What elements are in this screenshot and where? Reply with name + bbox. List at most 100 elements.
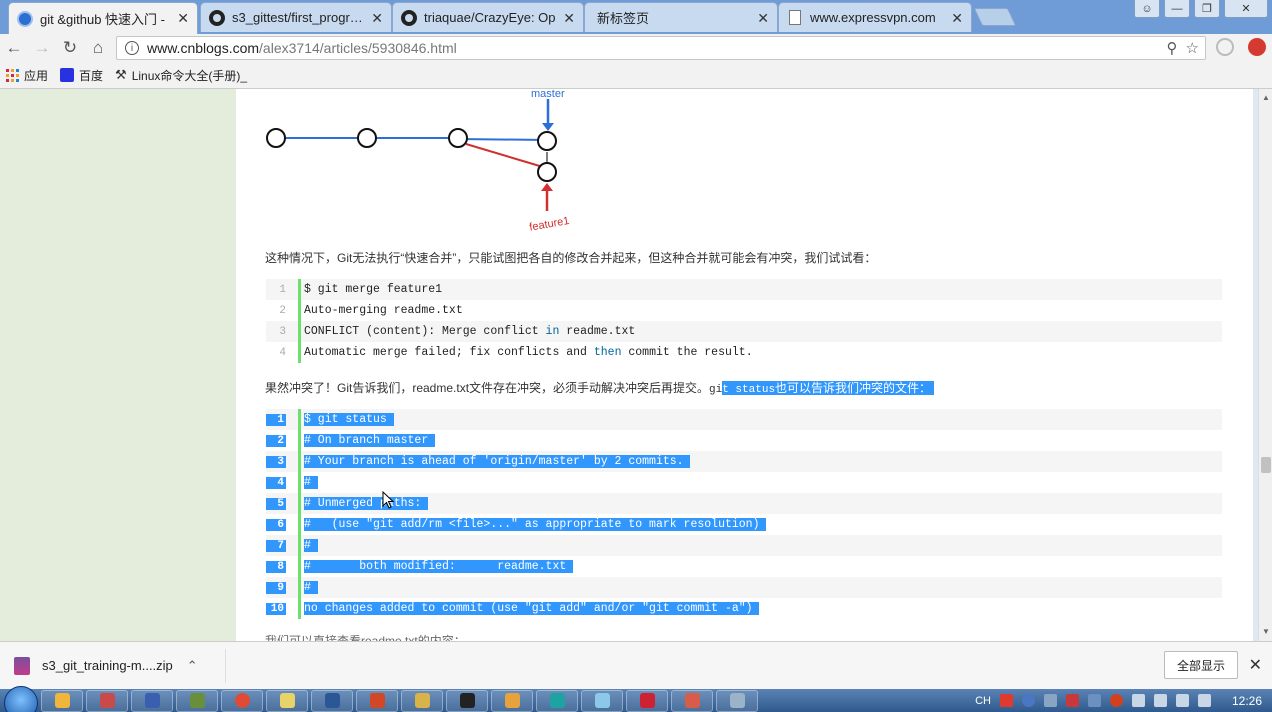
bookmark-star-icon[interactable]: ☆ <box>1186 39 1199 57</box>
scroll-down-icon[interactable]: ▼ <box>1262 627 1270 636</box>
code-text: Automatic merge failed; fix conflicts an… <box>304 346 753 359</box>
window-close-button[interactable]: ✕ <box>1224 0 1268 18</box>
zoom-search-icon[interactable]: ⚲ <box>1167 39 1178 57</box>
reload-icon[interactable]: ↻ <box>56 35 84 61</box>
commit-link <box>457 138 548 141</box>
volume-icon[interactable] <box>1197 694 1211 707</box>
taskbar-app-button[interactable] <box>536 689 578 712</box>
close-icon[interactable]: ✕ <box>563 10 575 27</box>
save-icon <box>144 693 160 708</box>
bookmark-linux[interactable]: ⚒ Linux命令大全(手册)_ <box>115 67 247 84</box>
show-all-downloads-button[interactable]: 全部显示 <box>1163 651 1238 679</box>
taskbar-app-button[interactable] <box>41 689 83 712</box>
page-scrollbar[interactable]: ▲ ▼ <box>1258 89 1272 641</box>
scroll-up-icon[interactable]: ▲ <box>1262 93 1270 102</box>
terminal-icon <box>459 693 475 708</box>
taskbar-app-button[interactable] <box>626 689 668 712</box>
tab-s3-gittest[interactable]: s3_gittest/first_program ✕ <box>200 2 392 32</box>
bookmark-label: Linux命令大全(手册)_ <box>131 68 248 83</box>
close-icon[interactable]: ✕ <box>177 10 189 27</box>
bookmark-label: 百度 <box>79 68 104 83</box>
chevron-up-icon[interactable]: ⌃ <box>187 658 198 674</box>
tab-title: www.expressvpn.com <box>810 10 936 25</box>
bookmark-baidu[interactable]: 百度 <box>60 67 103 84</box>
home-icon[interactable]: ⌂ <box>84 35 112 61</box>
minimize-button[interactable]: — <box>1164 0 1190 18</box>
line-number: 3 <box>279 325 286 338</box>
code-line: 6 # (use "git add/rm <file>..." as approp… <box>266 514 1222 535</box>
start-button[interactable] <box>4 685 38 712</box>
display-icon[interactable] <box>1175 694 1189 707</box>
code-text: no changes added to commit (use "git add… <box>304 602 760 615</box>
clock[interactable]: 12:26 <box>1232 694 1262 708</box>
commit-node-feature <box>537 162 557 182</box>
code-text: # (use "git add/rm <file>..." as appropr… <box>304 518 767 531</box>
tab-title: 新标签页 <box>597 11 650 26</box>
extension-power-icon[interactable] <box>1248 38 1266 56</box>
taskbar-app-button[interactable] <box>311 689 353 712</box>
taskbar-app-button[interactable] <box>356 689 398 712</box>
windows-taskbar: CH 12:26 <box>0 685 1272 712</box>
code-line: 3 # Your branch is ahead of 'origin/maste… <box>266 451 1222 472</box>
input-language[interactable]: CH <box>975 695 991 707</box>
tab-expressvpn[interactable]: www.expressvpn.com ✕ <box>778 2 972 32</box>
line-number: 5 <box>266 497 294 510</box>
taskbar-app-button[interactable] <box>86 689 128 712</box>
close-icon[interactable]: ✕ <box>1249 655 1262 675</box>
winrar-archive-icon <box>14 656 30 675</box>
explorer-icon <box>54 693 70 708</box>
taskbar-app-button[interactable] <box>176 689 218 712</box>
download-item[interactable]: s3_git_training-m....zip ⌃ <box>14 648 226 683</box>
tab-git-github[interactable]: git &github 快速入门 - ✕ <box>8 2 198 34</box>
user-icon[interactable]: ☺ <box>1134 0 1160 18</box>
back-icon[interactable]: ← <box>0 35 28 61</box>
network-tray-icon[interactable] <box>1153 694 1167 707</box>
taskbar-app-button[interactable] <box>401 689 443 712</box>
line-number: 2 <box>266 434 294 447</box>
taskbar-app-button[interactable] <box>581 689 623 712</box>
tray-expand-icon[interactable] <box>1043 694 1057 707</box>
sogou-icon[interactable] <box>999 694 1013 707</box>
code-block-status: 1 $ git status 2 # On branch master 3 # You… <box>266 409 1222 619</box>
extension-circle-icon[interactable] <box>1216 38 1234 56</box>
taskbar-app-button[interactable] <box>716 689 758 712</box>
devices-icon[interactable] <box>1131 694 1145 707</box>
taskbar-app-button[interactable] <box>131 689 173 712</box>
taskbar-app-button[interactable] <box>446 689 488 712</box>
tab-title: s3_gittest/first_program <box>232 10 367 25</box>
tab-crazyeye[interactable]: triaquae/CrazyEye: Op ✕ <box>392 2 584 32</box>
line-number: 1 <box>266 413 294 426</box>
code-text: # Your branch is ahead of 'origin/master… <box>304 455 691 468</box>
bookmark-apps[interactable]: 应用 <box>6 67 48 84</box>
taskbar-app-button[interactable] <box>671 689 713 712</box>
forward-icon[interactable]: → <box>28 35 56 61</box>
address-bar[interactable]: i www.cnblogs.com /alex3714/articles/593… <box>116 36 1206 60</box>
taskbar-app-button[interactable] <box>491 689 533 712</box>
line-number: 1 <box>279 283 286 296</box>
chrome-icon <box>234 693 250 708</box>
code-line: 5 # Unmerged paths: <box>266 493 1222 514</box>
folder-icon <box>414 693 430 708</box>
code-line: 1 $ git status <box>266 409 1222 430</box>
code-text: Auto-merging readme.txt <box>304 304 463 317</box>
taskbar-app-button[interactable] <box>221 689 263 712</box>
close-icon[interactable]: ✕ <box>951 10 963 27</box>
pycharm-icon <box>594 693 610 708</box>
scroll-thumb[interactable] <box>1261 457 1271 473</box>
feature-arrowhead <box>541 183 553 191</box>
close-icon[interactable]: ✕ <box>757 10 769 27</box>
new-tab-button[interactable] <box>973 8 1017 26</box>
close-icon[interactable]: ✕ <box>371 10 383 27</box>
code-text: # both modified: readme.txt <box>304 560 574 573</box>
antivirus-icon[interactable] <box>1065 694 1079 707</box>
record-icon[interactable] <box>1109 694 1123 707</box>
code-line: 10 no changes added to commit (use "git a… <box>266 598 1222 619</box>
taskbar-app-button[interactable] <box>266 689 308 712</box>
tab-new-tab[interactable]: 新标签页 ✕ <box>584 2 778 32</box>
paragraph-conflict-found: 果然冲突了！Git告诉我们，readme.txt文件存在冲突，必须手动解决冲突后… <box>265 379 935 396</box>
info-icon[interactable]: i <box>125 41 139 55</box>
help-icon[interactable] <box>1021 694 1035 707</box>
linux-tool-icon: ⚒ <box>115 67 127 82</box>
upload-icon[interactable] <box>1087 694 1101 707</box>
restore-button[interactable]: ❐ <box>1194 0 1220 18</box>
